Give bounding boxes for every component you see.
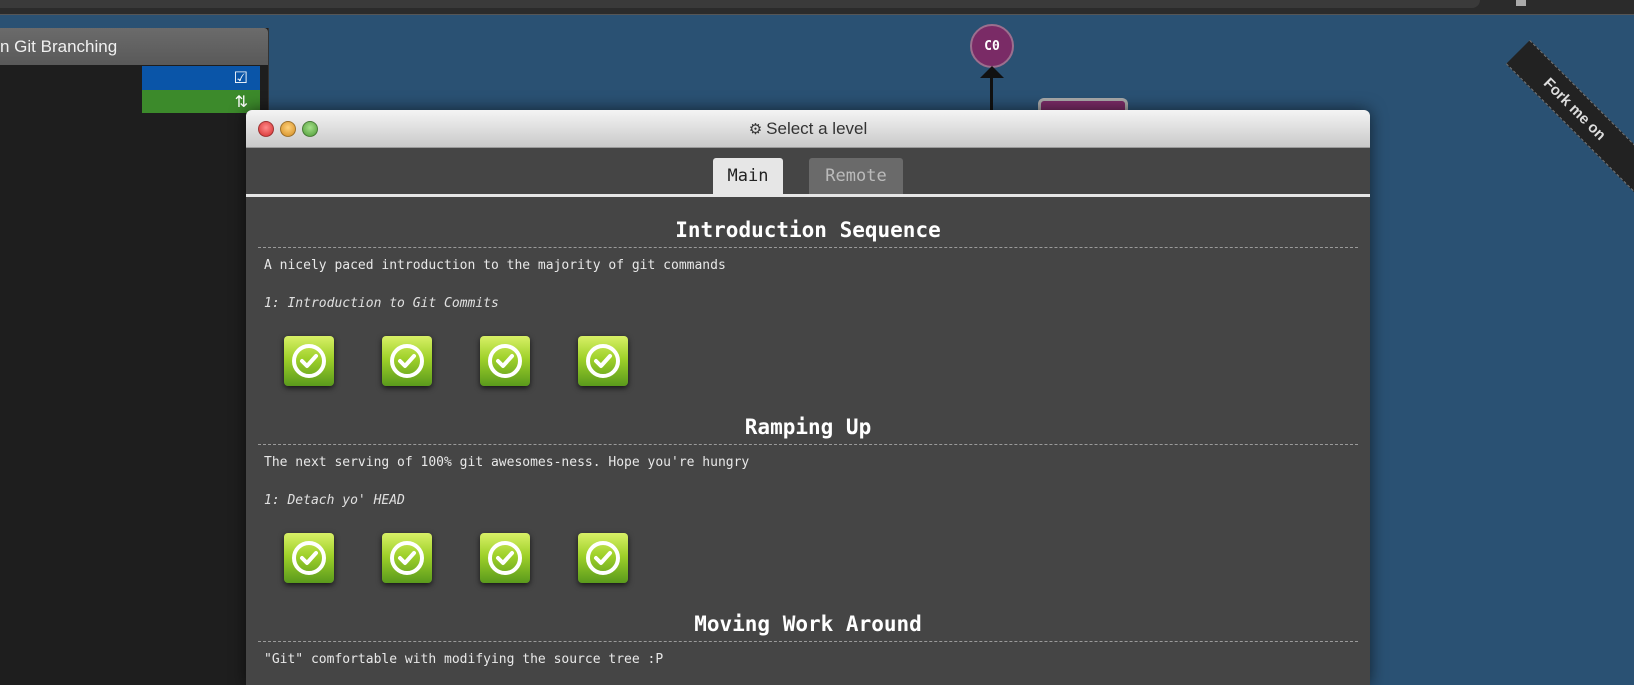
swap-icon[interactable]: ⇅ xyxy=(235,92,248,111)
sequence-description: A nicely paced introduction to the major… xyxy=(264,258,726,273)
level-icons xyxy=(258,515,1358,591)
check-icon xyxy=(488,541,522,575)
level-name: 1: Introduction to Git Commits xyxy=(264,296,499,311)
browser-top-bar xyxy=(0,0,1634,15)
tab-main[interactable]: Main xyxy=(713,158,783,194)
checkbox-icon[interactable]: ☑ xyxy=(234,68,248,87)
arrow-line xyxy=(990,76,993,112)
level-2-button[interactable] xyxy=(382,533,432,583)
sequence-description: The next serving of 100% git awesomes-ne… xyxy=(264,455,750,470)
check-icon xyxy=(488,344,522,378)
sequence-description: "Git" comfortable with modifying the sou… xyxy=(264,652,664,667)
level-1-button[interactable] xyxy=(284,533,334,583)
check-icon xyxy=(292,541,326,575)
level-icons xyxy=(258,318,1358,394)
gear-icon: ⚙ xyxy=(748,121,763,138)
level-select-modal: ⚙ Select a level Main Remote Introduction… xyxy=(246,110,1370,685)
swap-bar[interactable]: ⇅ xyxy=(142,90,260,113)
check-icon xyxy=(390,344,424,378)
toolbar-icon xyxy=(1516,0,1526,6)
level-2-button[interactable] xyxy=(382,336,432,386)
modal-title: ⚙ Select a level xyxy=(246,110,1370,148)
check-icon xyxy=(586,344,620,378)
panel-title: n Git Branching xyxy=(0,37,118,56)
level-tabs: Main Remote xyxy=(246,148,1370,197)
level-1-button[interactable] xyxy=(284,336,334,386)
fork-ribbon[interactable]: Fork me on xyxy=(1505,40,1634,234)
check-icon xyxy=(390,541,424,575)
sequence-title: Ramping Up xyxy=(258,394,1358,445)
modal-title-text: Select a level xyxy=(766,119,868,138)
objective-bar[interactable]: ☑ xyxy=(142,66,260,90)
command-panel: n Git Branching ☑ ⇅ xyxy=(0,28,269,685)
address-bar xyxy=(0,0,1480,8)
level-3-button[interactable] xyxy=(480,336,530,386)
level-name: 1: Detach yo' HEAD xyxy=(264,493,405,508)
sequence-list: Introduction Sequence A nicely paced int… xyxy=(246,197,1370,682)
level-3-button[interactable] xyxy=(480,533,530,583)
panel-header: n Git Branching xyxy=(0,28,268,65)
sequence-title: Moving Work Around xyxy=(258,591,1358,642)
check-icon xyxy=(586,541,620,575)
commit-node: C0 xyxy=(970,24,1014,68)
sequence-title: Introduction Sequence xyxy=(258,197,1358,248)
check-icon xyxy=(292,344,326,378)
level-4-button[interactable] xyxy=(578,533,628,583)
tab-remote[interactable]: Remote xyxy=(809,158,903,194)
level-4-button[interactable] xyxy=(578,336,628,386)
modal-titlebar: ⚙ Select a level xyxy=(246,110,1370,148)
